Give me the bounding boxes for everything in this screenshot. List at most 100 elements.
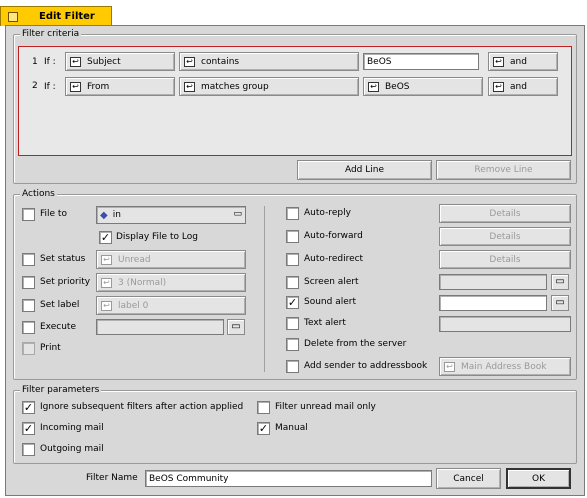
incoming-mail-checkbox[interactable]: ✓ xyxy=(22,422,35,435)
menu-arrow-icon: ↩ xyxy=(184,56,195,67)
auto-reply-details-button[interactable]: Details xyxy=(439,204,571,223)
criteria-field-value: Subject xyxy=(87,56,121,67)
set-status-label: Set status xyxy=(40,254,86,264)
criteria-logic-menu[interactable]: ↩ and xyxy=(488,52,558,71)
menu-arrow-icon: ↩ xyxy=(368,81,379,92)
auto-forward-checkbox[interactable] xyxy=(286,230,299,243)
ok-button[interactable]: OK xyxy=(506,468,571,489)
criteria-group-menu[interactable]: ↩ BeOS xyxy=(363,77,483,96)
file-icon: ▭ xyxy=(231,321,241,332)
set-priority-menu[interactable]: ↩ 3 (Normal) xyxy=(96,273,246,292)
set-label-checkbox[interactable] xyxy=(22,299,35,312)
menu-arrow-icon: ↩ xyxy=(493,81,504,92)
filter-name-input[interactable]: BeOS Community xyxy=(145,470,432,487)
set-status-value: Unread xyxy=(118,254,151,265)
menu-arrow-icon: ↩ xyxy=(184,81,195,92)
menu-arrow-icon: ↩ xyxy=(444,361,455,372)
print-label: Print xyxy=(40,343,61,353)
menu-arrow-icon: ↩ xyxy=(70,56,81,67)
display-file-to-log-checkbox[interactable]: ✓ xyxy=(99,231,112,244)
outgoing-mail-label: Outgoing mail xyxy=(40,444,104,454)
set-label-value: label 0 xyxy=(118,300,149,311)
criteria-logic-menu[interactable]: ↩ and xyxy=(488,77,558,96)
execute-label: Execute xyxy=(40,322,76,332)
screen-alert-browse-button[interactable]: ▭ xyxy=(551,274,569,290)
filter-name-label: Filter Name xyxy=(86,473,138,483)
filter-criteria-legend: Filter criteria xyxy=(20,29,82,39)
set-priority-label: Set priority xyxy=(40,277,91,287)
outgoing-mail-checkbox[interactable] xyxy=(22,443,35,456)
auto-forward-details-button[interactable]: Details xyxy=(439,227,571,246)
criteria-logic-value: and xyxy=(510,81,527,92)
criteria-operator-value: matches group xyxy=(201,81,269,92)
screen-alert-checkbox[interactable] xyxy=(286,276,299,289)
sound-alert-browse-button[interactable]: ▭ xyxy=(551,295,569,311)
criteria-field-menu[interactable]: ↩ Subject xyxy=(65,52,175,71)
set-priority-value: 3 (Normal) xyxy=(118,277,167,288)
text-alert-input[interactable] xyxy=(439,316,571,332)
sound-alert-input[interactable] xyxy=(439,295,547,311)
auto-reply-checkbox[interactable] xyxy=(286,207,299,220)
menu-arrow-icon: ↩ xyxy=(101,277,112,288)
criteria-field-value: From xyxy=(87,81,110,92)
set-label-menu[interactable]: ↩ label 0 xyxy=(96,296,246,315)
add-line-button[interactable]: Add Line xyxy=(297,160,432,180)
auto-forward-label: Auto-forward xyxy=(304,231,363,241)
window-title: Edit Filter xyxy=(39,11,95,22)
manual-checkbox[interactable]: ✓ xyxy=(257,422,270,435)
criteria-operator-menu[interactable]: ↩ matches group xyxy=(179,77,359,96)
zoom-box-icon[interactable] xyxy=(8,12,18,22)
filter-unread-only-checkbox[interactable] xyxy=(257,401,270,414)
ignore-subsequent-checkbox[interactable]: ✓ xyxy=(22,401,35,414)
folder-icon: ◆ xyxy=(100,209,108,221)
window-tab[interactable]: Edit Filter xyxy=(0,6,112,26)
add-sender-checkbox[interactable] xyxy=(286,360,299,373)
execute-checkbox[interactable] xyxy=(22,321,35,334)
file-to-folder-value: in xyxy=(112,210,121,220)
ignore-subsequent-label: Ignore subsequent filters after action a… xyxy=(40,402,244,412)
file-icon: ▭ xyxy=(555,276,565,287)
file-to-checkbox[interactable] xyxy=(22,208,35,221)
criteria-operator-menu[interactable]: ↩ contains xyxy=(179,52,359,71)
delete-from-server-checkbox[interactable] xyxy=(286,338,299,351)
manual-label: Manual xyxy=(275,423,308,433)
criteria-logic-value: and xyxy=(510,56,527,67)
auto-redirect-label: Auto-redirect xyxy=(304,254,364,264)
filter-parameters-legend: Filter parameters xyxy=(20,385,102,395)
criteria-operator-value: contains xyxy=(201,56,240,67)
incoming-mail-label: Incoming mail xyxy=(40,423,104,433)
criteria-list[interactable]: 1 If : ↩ Subject ↩ contains BeOS ↩ and 2 If… xyxy=(18,46,572,156)
criteria-value-input[interactable]: BeOS xyxy=(363,53,479,70)
execute-browse-button[interactable]: ▭ xyxy=(227,319,245,335)
criteria-group-value: BeOS xyxy=(385,81,410,92)
edit-filter-window: Filter criteria 1 If : ↩ Subject ↩ contain… xyxy=(5,25,585,496)
text-alert-label: Text alert xyxy=(304,318,346,328)
text-alert-checkbox[interactable] xyxy=(286,317,299,330)
menu-arrow-icon: ↩ xyxy=(70,81,81,92)
addressbook-menu[interactable]: ↩ Main Address Book xyxy=(439,357,571,376)
cancel-button[interactable]: Cancel xyxy=(436,468,501,489)
actions-divider xyxy=(264,206,265,372)
auto-redirect-checkbox[interactable] xyxy=(286,253,299,266)
print-checkbox[interactable] xyxy=(22,342,35,355)
menu-arrow-icon: ↩ xyxy=(101,254,112,265)
menu-arrow-icon: ↩ xyxy=(493,56,504,67)
file-to-folder-field[interactable]: ◆ in ▭ xyxy=(96,206,246,224)
addressbook-value: Main Address Book xyxy=(461,361,547,372)
set-status-checkbox[interactable] xyxy=(22,253,35,266)
criteria-row-number: 2 xyxy=(32,81,38,91)
screen-alert-input[interactable] xyxy=(439,274,547,290)
criteria-field-menu[interactable]: ↩ From xyxy=(65,77,175,96)
actions-legend: Actions xyxy=(20,189,57,199)
set-label-label: Set label xyxy=(40,300,80,310)
criteria-if-label: If : xyxy=(44,57,56,67)
set-status-menu[interactable]: ↩ Unread xyxy=(96,250,246,269)
sound-alert-checkbox[interactable]: ✓ xyxy=(286,296,299,309)
criteria-row-number: 1 xyxy=(32,57,38,67)
remove-line-button[interactable]: Remove Line xyxy=(436,160,571,180)
filter-unread-only-label: Filter unread mail only xyxy=(275,402,376,412)
set-priority-checkbox[interactable] xyxy=(22,276,35,289)
auto-redirect-details-button[interactable]: Details xyxy=(439,250,571,269)
execute-input[interactable] xyxy=(96,319,224,335)
file-to-label: File to xyxy=(40,209,67,219)
